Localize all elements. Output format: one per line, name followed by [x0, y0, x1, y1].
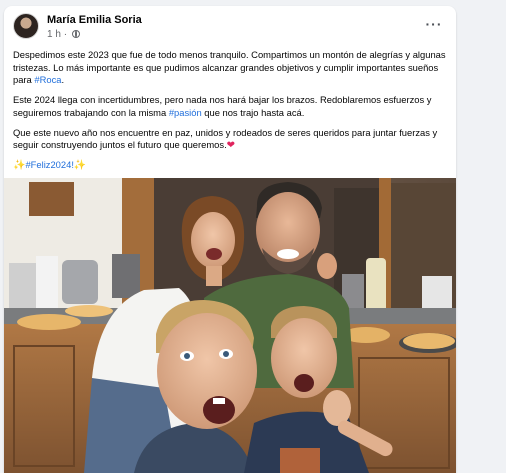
- more-options-button[interactable]: ···: [423, 16, 445, 34]
- post-text-segment: .: [61, 74, 65, 86]
- post-paragraph: ✨#Feliz2024!✨: [13, 159, 449, 172]
- post-text-segment: Que este nuevo año nos encuentre en paz,…: [13, 126, 438, 151]
- post-paragraph: Despedimos este 2023 que fue de todo men…: [13, 49, 449, 87]
- post-text: Despedimos este 2023 que fue de todo men…: [13, 49, 449, 179]
- post-header: María Emilia Soria 1 h · ···: [13, 13, 447, 43]
- post-card: María Emilia Soria 1 h · ··· Despedimos …: [4, 6, 456, 473]
- family-kitchen-photo: [4, 178, 456, 473]
- sparkles-icon: ✨: [13, 159, 26, 171]
- globe-icon: [71, 30, 80, 38]
- author-avatar[interactable]: [13, 13, 39, 39]
- hashtag-link[interactable]: #pasión: [169, 107, 202, 118]
- hashtag-link[interactable]: #Feliz2024!: [25, 159, 73, 170]
- sparkles-icon: ✨: [73, 159, 87, 171]
- post-text-segment: Despedimos este 2023 que fue de todo men…: [13, 49, 446, 86]
- hashtag-link[interactable]: #Roca: [34, 74, 61, 85]
- post-photo[interactable]: [4, 178, 456, 473]
- heart-icon: ❤: [226, 140, 236, 152]
- post-time[interactable]: 1 h: [47, 29, 61, 40]
- post-text-segment: que nos trajo hasta acá.: [201, 106, 305, 118]
- more-options-icon: ···: [425, 16, 443, 32]
- post-paragraph: Que este nuevo año nos encuentre en paz,…: [13, 127, 449, 152]
- post-paragraph: Este 2024 llega con incertidumbres, pero…: [13, 94, 449, 119]
- author-name[interactable]: María Emilia Soria: [47, 14, 142, 26]
- post-meta: 1 h ·: [47, 29, 80, 40]
